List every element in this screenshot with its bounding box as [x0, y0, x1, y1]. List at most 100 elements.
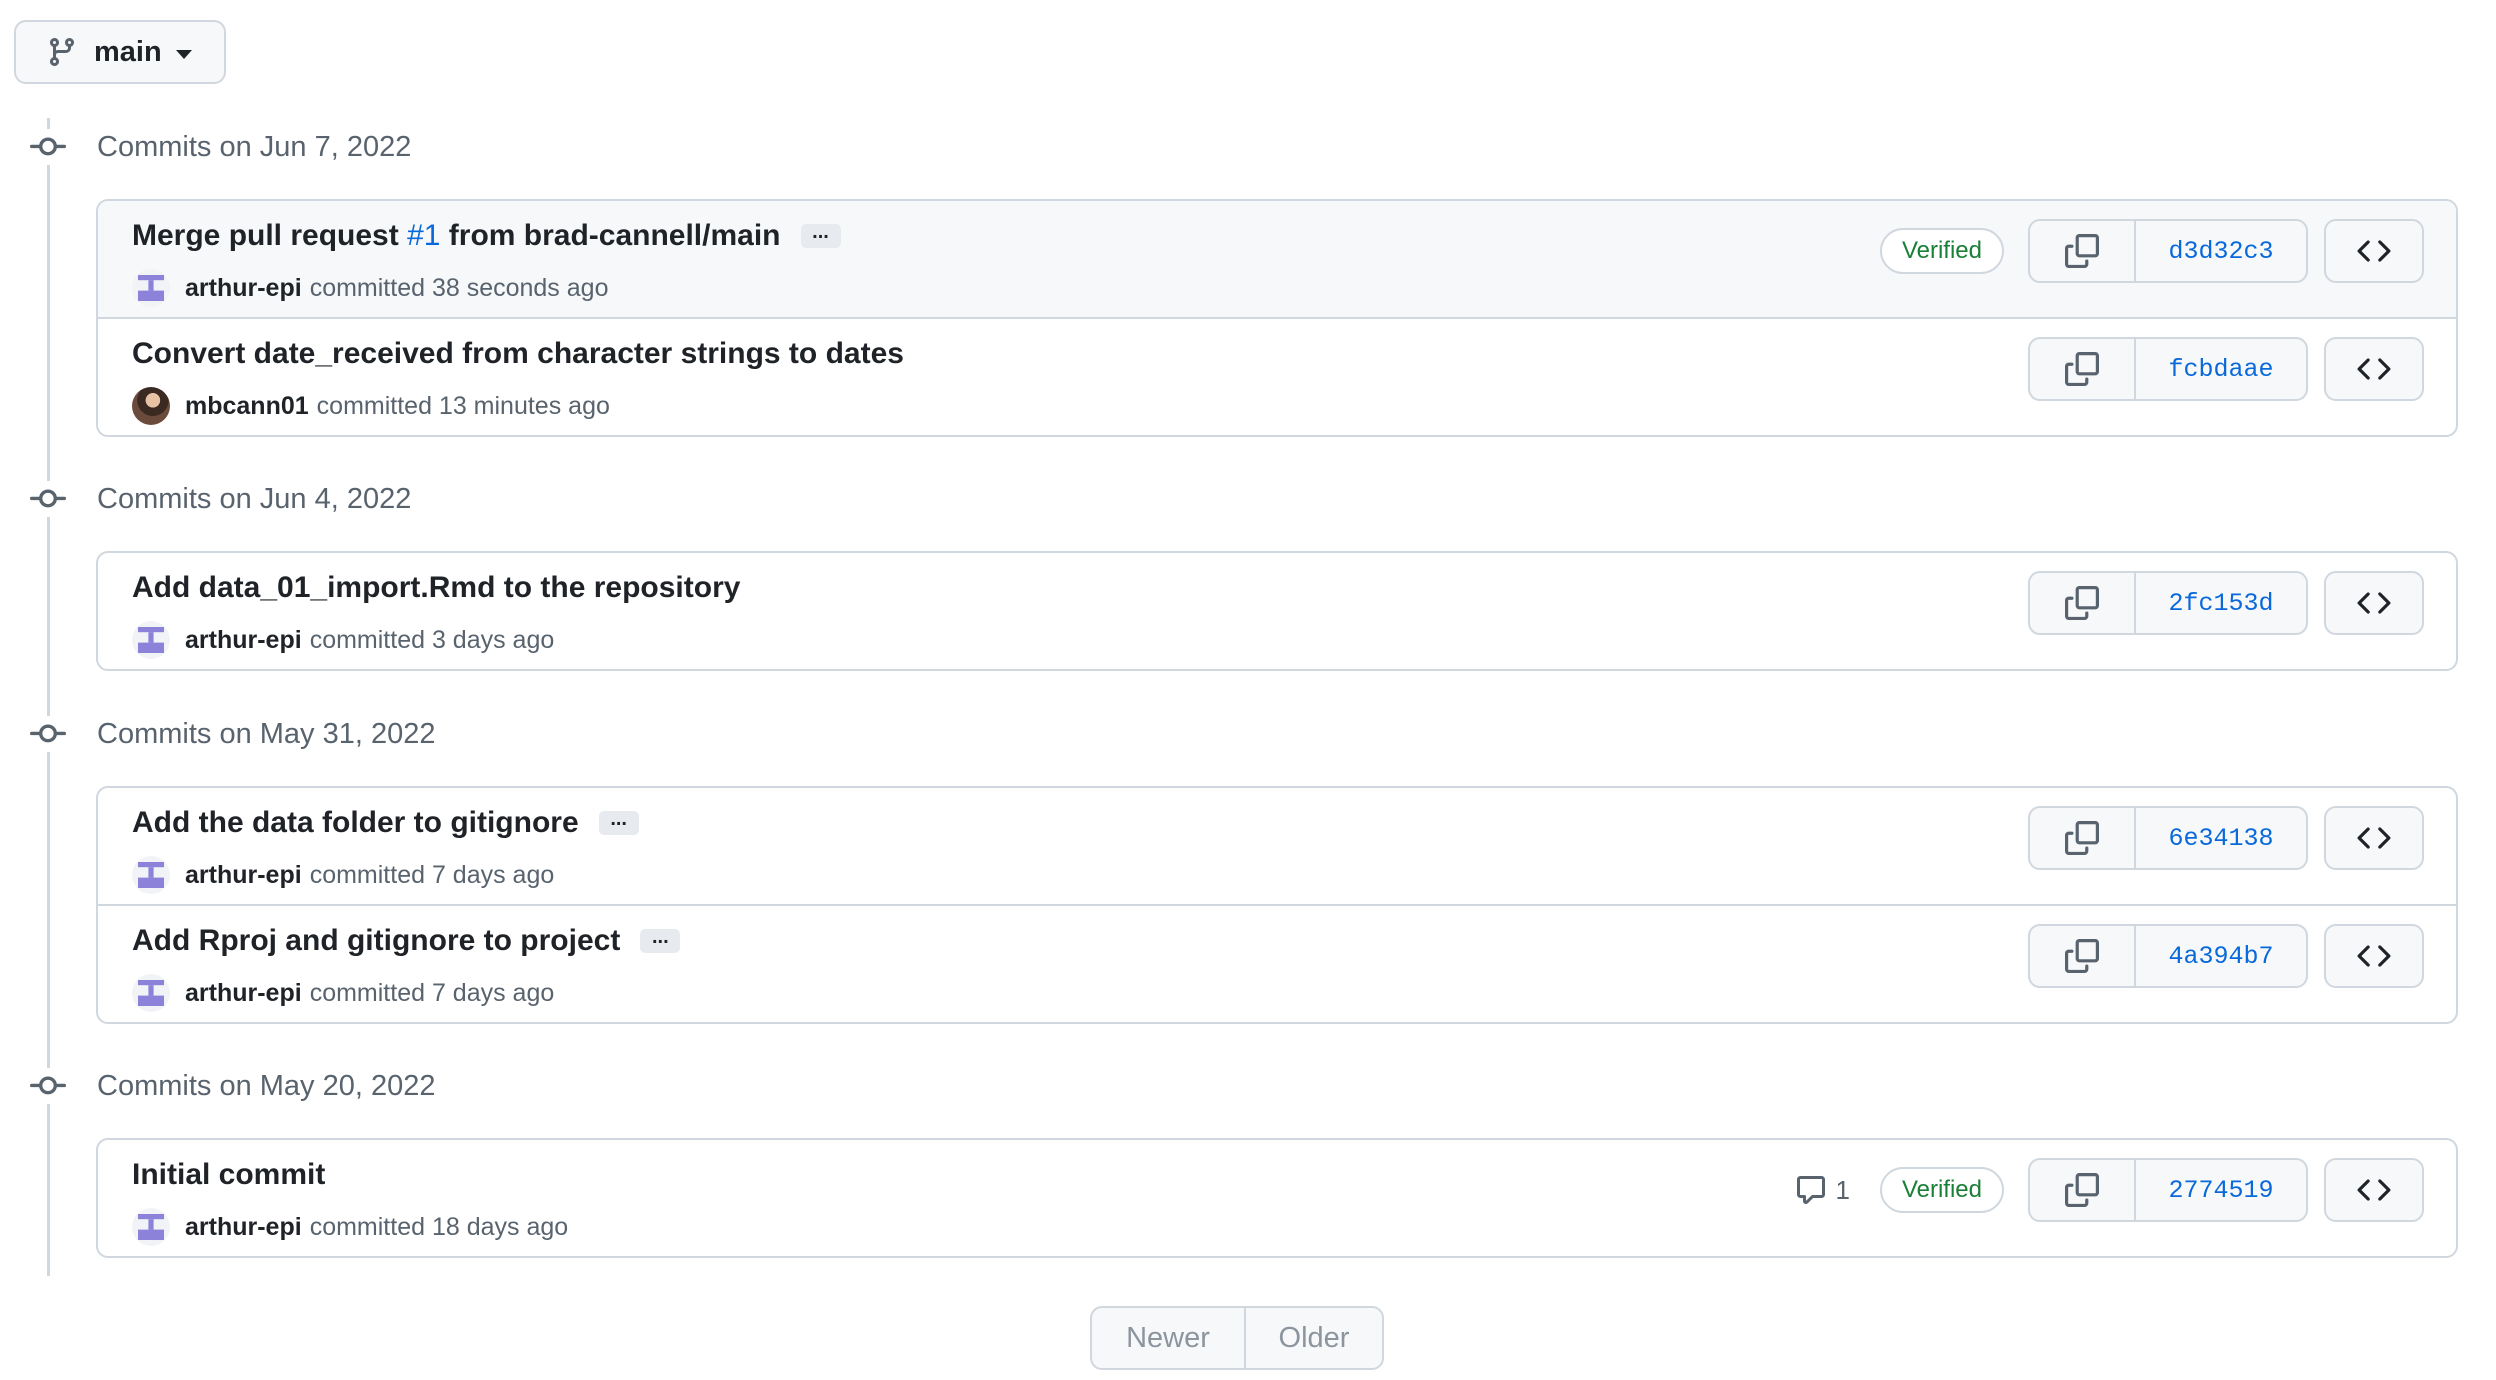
commit-sha-link[interactable]: 6e34138: [2136, 808, 2306, 868]
code-icon: [2357, 1173, 2391, 1207]
commit-row: Initial commit arthur-epi committed 18 d…: [98, 1140, 2456, 1256]
browse-repo-button[interactable]: [2324, 806, 2424, 870]
browse-repo-button[interactable]: [2324, 571, 2424, 635]
commit-row: Add data_01_import.Rmd to the repository…: [98, 553, 2456, 669]
git-commit-icon: [30, 716, 66, 752]
commit-title[interactable]: Add data_01_import.Rmd to the repository: [132, 571, 740, 605]
pull-request-link[interactable]: #1: [407, 219, 440, 252]
commit-row: Add the data folder to gitignore... arth…: [98, 788, 2456, 904]
commit-title[interactable]: Add Rproj and gitignore to project: [132, 924, 620, 958]
copy-icon: [2065, 939, 2099, 973]
copy-icon: [2065, 234, 2099, 268]
commit-row: Convert date_received from character str…: [98, 317, 2456, 433]
git-commit-icon: [30, 129, 66, 165]
browse-repo-button[interactable]: [2324, 924, 2424, 988]
avatar[interactable]: [132, 856, 170, 894]
copy-sha-button[interactable]: [2030, 339, 2136, 399]
copy-sha-button[interactable]: [2030, 573, 2136, 633]
commit-author[interactable]: mbcann01: [185, 392, 309, 421]
commit-actions: 1 Verified 2774519: [1795, 1158, 2424, 1222]
commit-time: committed 18 days ago: [309, 1212, 569, 1241]
commit-title-text: Merge pull request: [132, 219, 408, 252]
git-commit-icon: [30, 481, 66, 517]
sha-button-group: 6e34138: [2028, 806, 2308, 870]
commit-title[interactable]: Add the data folder to gitignore: [132, 806, 579, 840]
commit-group-date: Commits on May 31, 2022: [97, 717, 436, 750]
verified-badge[interactable]: Verified: [1879, 228, 2004, 274]
expand-message-button[interactable]: ...: [640, 927, 681, 953]
commit-title[interactable]: Merge pull request #1 from brad-cannell/…: [132, 219, 781, 253]
commit-group-list: Add the data folder to gitignore... arth…: [96, 786, 2458, 1024]
commit-sha-link[interactable]: 2774519: [2136, 1160, 2306, 1220]
commit-meta: arthur-epi committed 7 days ago: [132, 974, 554, 1012]
commit-title-line: Add Rproj and gitignore to project...: [132, 924, 681, 958]
comment-icon: [1795, 1174, 1827, 1206]
sha-button-group: 2774519: [2028, 1158, 2308, 1222]
copy-icon: [2065, 586, 2099, 620]
commit-meta: mbcann01 committed 13 minutes ago: [132, 387, 610, 425]
commit-time: committed 3 days ago: [309, 625, 555, 654]
commit-group-header: Commits on Jun 7, 2022: [30, 127, 411, 167]
commit-sha-link[interactable]: 2fc153d: [2136, 573, 2306, 633]
commit-title-suffix: from brad-cannell/main: [440, 219, 781, 252]
commit-title-text: Add data_01_import.Rmd to the repository: [132, 571, 741, 604]
commit-sha-link[interactable]: fcbdaae: [2136, 339, 2306, 399]
commit-title-text: Convert date_received from character str…: [132, 337, 904, 370]
commit-time: committed 7 days ago: [309, 978, 555, 1007]
commit-row: Add Rproj and gitignore to project... ar…: [98, 904, 2456, 1020]
avatar[interactable]: [132, 269, 170, 307]
code-icon: [2357, 234, 2391, 268]
browse-repo-button[interactable]: [2324, 219, 2424, 283]
commit-group-header: Commits on May 20, 2022: [30, 1066, 435, 1106]
commit-group-date: Commits on Jun 4, 2022: [97, 482, 412, 515]
commit-title-line: Convert date_received from character str…: [132, 337, 904, 371]
commit-author[interactable]: arthur-epi: [185, 626, 302, 655]
commit-title-line: Merge pull request #1 from brad-cannell/…: [132, 219, 841, 253]
code-icon: [2357, 939, 2391, 973]
commit-author[interactable]: arthur-epi: [185, 861, 302, 890]
copy-sha-button[interactable]: [2030, 221, 2136, 281]
commit-author[interactable]: arthur-epi: [185, 274, 302, 303]
commit-actions: 4a394b7: [2028, 924, 2424, 988]
avatar[interactable]: [132, 1208, 170, 1246]
commit-title-text: Initial commit: [132, 1158, 326, 1191]
commit-author[interactable]: arthur-epi: [185, 979, 302, 1008]
commit-meta: arthur-epi committed 18 days ago: [132, 1208, 568, 1246]
commits-page: main Commits on Jun 7, 2022 Merge pull r…: [0, 0, 2496, 1380]
commit-title[interactable]: Convert date_received from character str…: [132, 337, 904, 371]
branch-selector-button[interactable]: main: [14, 20, 226, 84]
expand-message-button[interactable]: ...: [598, 809, 639, 835]
commit-title-line: Add the data folder to gitignore...: [132, 806, 639, 840]
copy-sha-button[interactable]: [2030, 1160, 2136, 1220]
commit-sha-link[interactable]: 4a394b7: [2136, 926, 2306, 986]
copy-sha-button[interactable]: [2030, 808, 2136, 868]
commit-actions: 2fc153d: [2028, 571, 2424, 635]
commit-group-list: Add data_01_import.Rmd to the repository…: [96, 551, 2458, 671]
avatar[interactable]: [132, 974, 170, 1012]
commit-meta: arthur-epi committed 38 seconds ago: [132, 269, 608, 307]
pagination: Newer Older: [1090, 1306, 1384, 1370]
commit-group-list: Merge pull request #1 from brad-cannell/…: [96, 199, 2458, 437]
commit-author[interactable]: arthur-epi: [185, 1213, 302, 1242]
code-icon: [2357, 352, 2391, 386]
copy-icon: [2065, 352, 2099, 386]
verified-badge[interactable]: Verified: [1879, 1167, 2004, 1213]
avatar[interactable]: [132, 387, 170, 425]
expand-message-button[interactable]: ...: [800, 222, 841, 248]
copy-sha-button[interactable]: [2030, 926, 2136, 986]
commit-meta: arthur-epi committed 7 days ago: [132, 856, 554, 894]
newer-button[interactable]: Newer: [1092, 1308, 1246, 1368]
browse-repo-button[interactable]: [2324, 1158, 2424, 1222]
avatar[interactable]: [132, 621, 170, 659]
commit-sha-link[interactable]: d3d32c3: [2136, 221, 2306, 281]
comment-count[interactable]: 1: [1795, 1174, 1850, 1206]
commit-title[interactable]: Initial commit: [132, 1158, 325, 1192]
browse-repo-button[interactable]: [2324, 337, 2424, 401]
commit-group-header: Commits on Jun 4, 2022: [30, 479, 411, 519]
commit-group-list: Initial commit arthur-epi committed 18 d…: [96, 1138, 2458, 1258]
older-button[interactable]: Older: [1246, 1308, 1382, 1368]
commit-group-header: Commits on May 31, 2022: [30, 714, 435, 754]
copy-icon: [2065, 821, 2099, 855]
commit-title-line: Initial commit: [132, 1158, 325, 1192]
commit-meta: arthur-epi committed 3 days ago: [132, 621, 554, 659]
